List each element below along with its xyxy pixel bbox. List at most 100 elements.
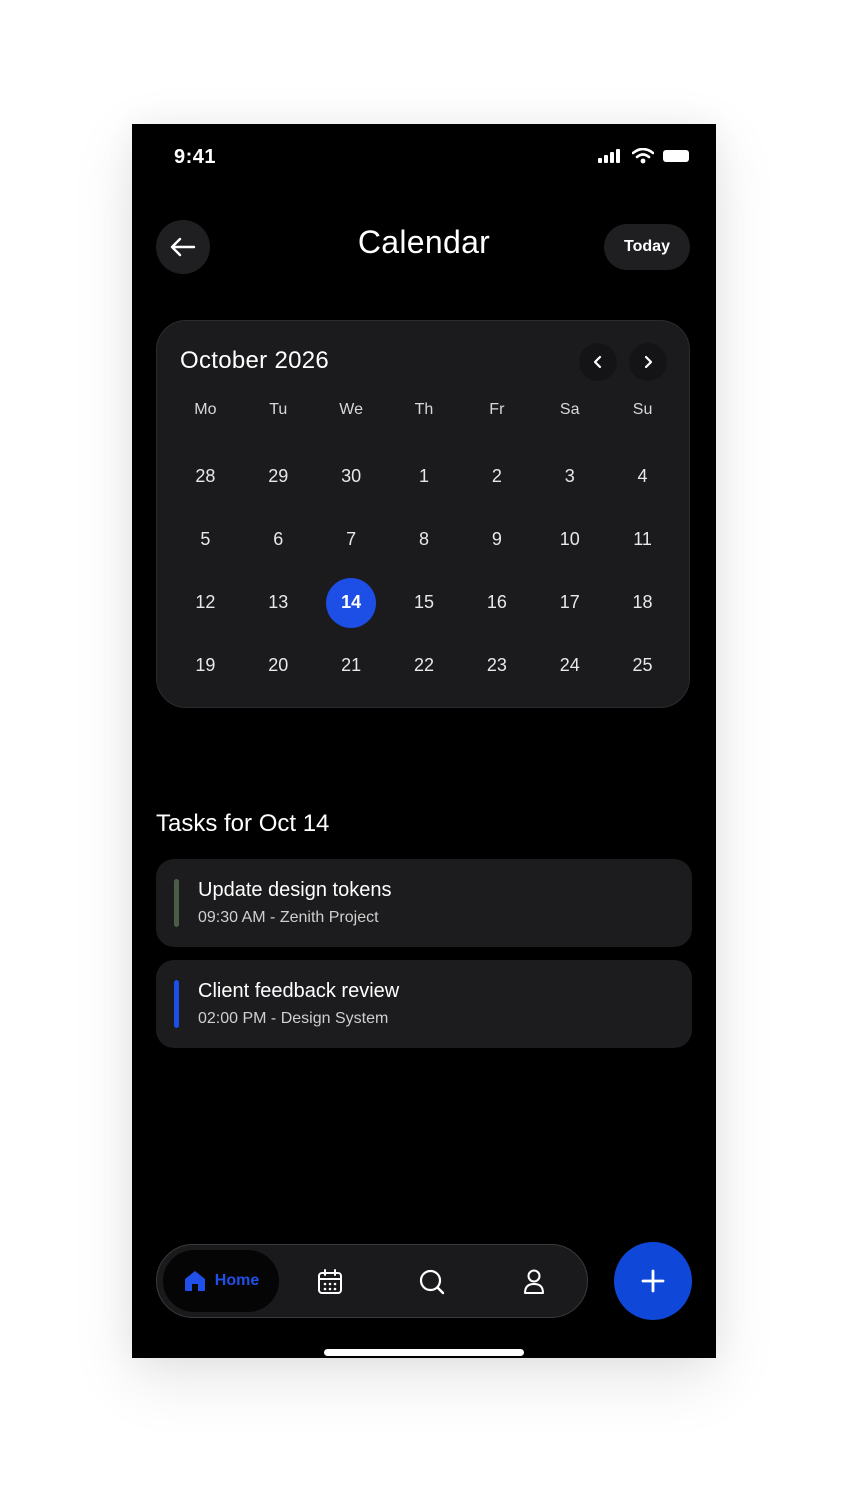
task-card[interactable]: Client feedback review 02:00 PM - Design… xyxy=(156,960,692,1048)
weekday-header: Mo Tu We Th Fr Sa Su xyxy=(169,401,679,419)
calendar-day[interactable]: 11 xyxy=(606,508,679,571)
bottom-tab-bar: Home xyxy=(156,1244,588,1318)
calendar-day[interactable]: 9 xyxy=(460,508,533,571)
calendar-day-number: 19 xyxy=(195,655,216,675)
calendar-day-number: 4 xyxy=(637,466,648,486)
user-icon xyxy=(524,1269,544,1294)
calendar-day[interactable]: 17 xyxy=(533,571,606,634)
days-grid: 28 29 30 1 2 3 4 5 6 7 8 9 10 11 12 13 14 15 16 17 18 19 20 21 2… xyxy=(169,445,679,697)
calendar-day[interactable]: 12 xyxy=(169,571,242,634)
calendar-day-number: 14 xyxy=(326,577,377,628)
tab-home[interactable]: Home xyxy=(163,1250,279,1312)
calendar-day[interactable]: 8 xyxy=(388,508,461,571)
weekday-label: Mo xyxy=(194,401,217,418)
calendar-day-number: 23 xyxy=(486,655,507,675)
today-button[interactable]: Today xyxy=(604,224,690,270)
calendar-day[interactable]: 30 xyxy=(315,445,388,508)
calendar-day-number: 29 xyxy=(268,466,289,486)
calendar-card: October 2026 Mo Tu We Th Fr Sa Su 28 29 30… xyxy=(156,320,690,708)
calendar-day[interactable]: 18 xyxy=(606,571,679,634)
calendar-day[interactable]: 23 xyxy=(460,634,533,697)
calendar-day[interactable]: 15 xyxy=(388,571,461,634)
tab-calendar[interactable] xyxy=(315,1267,345,1297)
calendar-day[interactable]: 28 xyxy=(169,445,242,508)
calendar-day-number: 22 xyxy=(413,655,434,675)
phone-screen: 9:41 Calendar Today October 2026 Mo Tu W… xyxy=(132,124,716,1358)
tab-home-label: Home xyxy=(214,1272,260,1289)
weekday-label: We xyxy=(339,401,363,418)
home-indicator xyxy=(324,1349,524,1356)
calendar-day[interactable]: 16 xyxy=(460,571,533,634)
calendar-day-selected[interactable]: 14 xyxy=(315,571,388,634)
calendar-day[interactable]: 6 xyxy=(242,508,315,571)
calendar-day-number: 6 xyxy=(273,529,284,549)
calendar-day-number: 2 xyxy=(491,466,502,486)
task-title: Client feedback review xyxy=(198,980,400,1002)
status-time: 9:41 xyxy=(174,146,217,168)
calendar-day-number: 28 xyxy=(195,466,216,486)
wifi-icon xyxy=(632,148,654,164)
calendar-day[interactable]: 24 xyxy=(533,634,606,697)
tab-search[interactable] xyxy=(417,1267,447,1297)
calendar-day-number: 17 xyxy=(559,592,580,612)
tasks-heading: Tasks for Oct 14 xyxy=(156,810,330,837)
calendar-day[interactable]: 4 xyxy=(606,445,679,508)
calendar-day[interactable]: 13 xyxy=(242,571,315,634)
tab-profile[interactable] xyxy=(519,1267,549,1297)
calendar-day-number: 11 xyxy=(633,529,652,549)
calendar-day-number: 20 xyxy=(268,655,289,675)
home-icon xyxy=(184,1271,205,1291)
weekday-label: Fr xyxy=(489,401,505,418)
calendar-day[interactable]: 1 xyxy=(388,445,461,508)
calendar-day-number: 7 xyxy=(346,529,357,549)
search-icon xyxy=(419,1269,445,1295)
calendar-day-number: 10 xyxy=(559,529,580,549)
calendar-day[interactable]: 10 xyxy=(533,508,606,571)
weekday-label: Sa xyxy=(559,401,580,418)
calendar-day-number: 8 xyxy=(418,529,429,549)
calendar-day-number: 30 xyxy=(341,466,362,486)
calendar-day-number: 9 xyxy=(491,529,502,549)
task-subtitle: 02:00 PM - Design System xyxy=(198,1010,389,1027)
task-card[interactable]: Update design tokens 09:30 AM - Zenith P… xyxy=(156,859,692,947)
calendar-day-number: 12 xyxy=(195,592,216,612)
calendar-day[interactable]: 20 xyxy=(242,634,315,697)
task-title: Update design tokens xyxy=(198,879,392,901)
month-label: October 2026 xyxy=(180,347,330,374)
battery-icon xyxy=(663,150,689,162)
calendar-day[interactable]: 25 xyxy=(606,634,679,697)
calendar-day[interactable]: 19 xyxy=(169,634,242,697)
calendar-day-number: 1 xyxy=(418,466,429,486)
calendar-day-number: 3 xyxy=(564,466,575,486)
calendar-day-number: 18 xyxy=(632,592,653,612)
calendar-day[interactable]: 2 xyxy=(460,445,533,508)
calendar-day[interactable]: 5 xyxy=(169,508,242,571)
calendar-day[interactable]: 29 xyxy=(242,445,315,508)
calendar-day[interactable]: 22 xyxy=(388,634,461,697)
prev-month-button[interactable] xyxy=(579,343,617,381)
calendar-day-number: 24 xyxy=(559,655,580,675)
task-subtitle: 09:30 AM - Zenith Project xyxy=(198,909,379,926)
calendar-day-number: 5 xyxy=(200,529,211,549)
status-icons xyxy=(598,148,692,164)
plus-icon xyxy=(641,1269,665,1293)
task-accent-bar xyxy=(174,879,179,927)
calendar-day[interactable]: 3 xyxy=(533,445,606,508)
chevron-left-icon xyxy=(593,355,602,369)
calendar-day-number: 16 xyxy=(486,592,507,612)
weekday-label: Th xyxy=(414,401,434,418)
calendar-day-number: 21 xyxy=(341,655,362,675)
signal-icon xyxy=(598,149,620,163)
calendar-icon xyxy=(318,1269,342,1294)
weekday-label: Tu xyxy=(269,401,288,418)
calendar-day-number: 25 xyxy=(632,655,653,675)
calendar-day-number: 13 xyxy=(268,592,289,612)
add-task-button[interactable] xyxy=(614,1242,692,1320)
next-month-button[interactable] xyxy=(629,343,667,381)
calendar-day[interactable]: 21 xyxy=(315,634,388,697)
chevron-right-icon xyxy=(644,355,653,369)
calendar-day-number: 15 xyxy=(413,592,434,612)
task-accent-bar xyxy=(174,980,179,1028)
calendar-day[interactable]: 7 xyxy=(315,508,388,571)
weekday-label: Su xyxy=(632,401,653,418)
